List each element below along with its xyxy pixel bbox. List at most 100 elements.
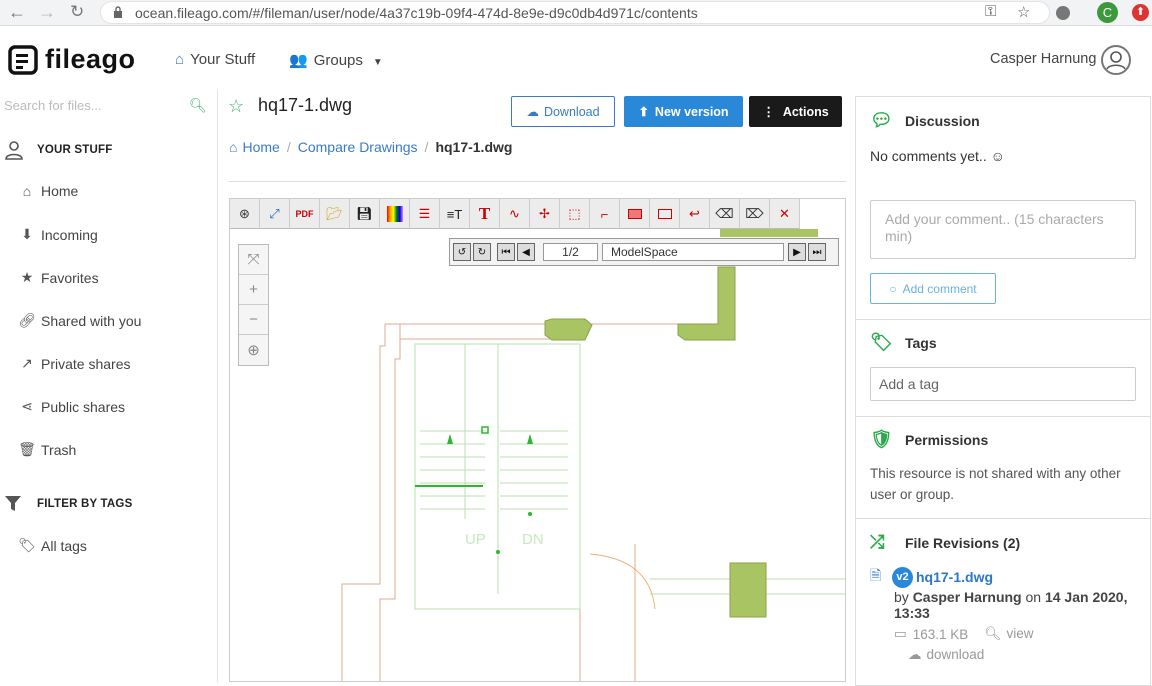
rotate-right-icon[interactable]: ↻ — [473, 243, 491, 261]
bookmark-star-icon[interactable]: ☆ — [1017, 3, 1030, 21]
section-your-stuff: YOUR STUFF — [37, 144, 113, 156]
sidebar: Search for files... 🔍︎ YOUR STUFF ⌂ Home … — [0, 90, 218, 682]
freehand-icon[interactable]: ∿ — [500, 199, 530, 229]
version-badge: v2 — [892, 566, 913, 588]
key-icon[interactable]: ⚿ — [985, 3, 996, 20]
tags-icon: 🏷︎ — [870, 332, 893, 352]
sidebar-item-trash[interactable]: 🗑︎ Trash — [18, 441, 76, 458]
fileago-logo[interactable]: fileago — [8, 44, 136, 75]
nav-your-stuff[interactable]: ⌂ Your Stuff — [175, 51, 255, 68]
comment-textarea[interactable]: Add your comment.. (15 characters min) — [870, 200, 1136, 259]
arrow-icon[interactable]: ↩ — [680, 199, 710, 229]
select-tool-icon[interactable]: ⊛ — [230, 199, 260, 229]
reload-icon[interactable]: ↻ — [70, 2, 84, 22]
nav-groups[interactable]: 👥 Groups ▼ — [289, 51, 383, 69]
zoom-extents-icon[interactable]: ⤧ — [239, 245, 268, 275]
favorite-star-icon[interactable]: ☆ — [228, 96, 244, 117]
breadcrumb: ⌂ Home / Compare Drawings / hq17-1.dwg — [229, 139, 512, 155]
section-filter-tags: FILTER BY TAGS — [37, 498, 133, 510]
viewer-toolbar: ⊛ ⤢ PDF 📂︎ 💾︎ ☰ ≡T T ∿ ✢ ⬚ ⌐ ↩ ⌫ ⌦ ✕ — [230, 199, 800, 229]
cloud-download-icon: ☁ — [908, 647, 922, 662]
close-icon[interactable]: ✕ — [770, 199, 800, 229]
sidebar-item-home[interactable]: ⌂ Home — [18, 183, 79, 199]
new-version-button[interactable]: ⬆ New version — [624, 96, 743, 127]
address-bar[interactable]: ocean.fileago.com/#/fileman/user/node/4a… — [100, 1, 1050, 24]
breadcrumb-home[interactable]: Home — [242, 139, 279, 155]
polyline-icon[interactable]: ⌐ — [590, 199, 620, 229]
update-icon[interactable]: ⬆ — [1132, 4, 1149, 21]
pdf-export-icon[interactable]: PDF — [290, 199, 320, 229]
first-page-icon[interactable]: ⏮ — [497, 243, 515, 261]
save-icon[interactable]: 💾︎ — [350, 199, 380, 229]
back-arrow-icon[interactable]: ← — [8, 2, 26, 23]
filled-rectangle-icon[interactable] — [620, 199, 650, 229]
profile-avatar[interactable]: C — [1097, 2, 1118, 23]
right-panel: 💬︎ Discussion No comments yet.. ☺ Add you… — [855, 96, 1151, 686]
zoom-out-icon[interactable]: − — [239, 305, 268, 335]
sidebar-item-incoming[interactable]: ⬇ Incoming — [18, 226, 98, 243]
text-style-icon[interactable]: ≡T — [440, 199, 470, 229]
sidebar-item-public-shares[interactable]: ⋖ Public shares — [18, 398, 125, 415]
logo-icon — [8, 44, 38, 75]
last-page-icon[interactable]: ⏭ — [808, 243, 826, 261]
user-icon — [4, 140, 24, 165]
text-tool-icon[interactable]: T — [470, 199, 500, 229]
download-revision-link[interactable]: ☁ download — [908, 647, 1145, 663]
cad-drawing: UP DN — [341, 229, 845, 681]
cloud-markup-icon[interactable]: ✢ — [530, 199, 560, 229]
users-icon: 👥 — [289, 52, 308, 69]
add-tag-input[interactable]: Add a tag — [870, 367, 1136, 401]
revision-file-link[interactable]: hq17-1.dwg — [916, 569, 993, 585]
drawing-viewer[interactable]: UP DN ⊛ ⤢ PDF 📂︎ 💾︎ ☰ ≡T T ∿ ✢ ⬚ ⌐ ↩ ⌫ ⌦… — [229, 198, 846, 682]
page-number-field[interactable]: 1/2 — [543, 243, 598, 261]
rectangle-icon[interactable] — [650, 199, 680, 229]
zoom-controls: ⤧ + − ⊕ — [238, 244, 269, 366]
add-comment-button[interactable]: ○ Add comment — [870, 273, 996, 304]
cloud-download-icon: ☁ — [526, 105, 539, 119]
sidebar-item-all-tags[interactable]: 🏷︎ All tags — [18, 537, 87, 554]
divider — [229, 181, 846, 182]
search-icon[interactable]: 🔍︎ — [189, 97, 207, 114]
erase-all-icon[interactable]: ⌦ — [740, 199, 770, 229]
sidebar-item-shared-with-you[interactable]: 🔗︎ Shared with you — [18, 312, 141, 329]
callout-icon[interactable]: ⬚ — [560, 199, 590, 229]
zoom-window-icon[interactable]: ⊕ — [239, 335, 268, 365]
file-icon: 🗎︎ — [870, 567, 882, 583]
extension-icon[interactable] — [1056, 6, 1070, 20]
user-avatar[interactable] — [1101, 45, 1131, 75]
breadcrumb-compare-drawings[interactable]: Compare Drawings — [298, 139, 418, 155]
actions-button[interactable]: ⋮ Actions — [749, 96, 842, 127]
incoming-icon: ⬇ — [21, 226, 33, 242]
revision-size: 163.1 KB — [912, 626, 969, 642]
forward-arrow-icon[interactable]: → — [38, 2, 56, 23]
download-button[interactable]: ☁ Download — [511, 96, 615, 127]
next-page-icon[interactable]: ▶ — [788, 243, 806, 261]
search-input[interactable]: Search for files... — [4, 98, 102, 113]
svg-text:UP: UP — [465, 531, 486, 548]
caret-down-icon: ▼ — [372, 57, 383, 68]
fit-extents-icon[interactable]: ⤢ — [260, 199, 290, 229]
sidebar-item-private-shares[interactable]: ↗ Private shares — [18, 355, 130, 372]
home-icon: ⌂ — [22, 183, 32, 199]
revision-item: 🗎︎ v2 hq17-1.dwg by Casper Harnung on 14… — [870, 565, 1145, 663]
user-icon — [1106, 51, 1126, 70]
breadcrumb-separator: / — [424, 139, 429, 155]
prev-page-icon[interactable]: ◀ — [517, 243, 535, 261]
hdd-icon: ▭ — [894, 626, 907, 641]
space-select[interactable]: ModelSpace — [602, 243, 784, 261]
sidebar-item-favorites[interactable]: ★ Favorites — [18, 269, 99, 286]
home-icon: ⌂ — [175, 51, 185, 68]
eraser-icon[interactable]: ⌫ — [710, 199, 740, 229]
discussion-title: 💬︎ Discussion — [870, 110, 980, 130]
zoom-in-icon[interactable]: + — [239, 275, 268, 305]
upload-icon: ⬆ — [638, 105, 649, 119]
permissions-text: This resource is not shared with any oth… — [870, 466, 1121, 502]
line-weight-icon[interactable]: ☰ — [410, 199, 440, 229]
svg-text:DN: DN — [522, 531, 544, 548]
color-palette-icon[interactable] — [380, 199, 410, 229]
open-folder-icon[interactable]: 📂︎ — [320, 199, 350, 229]
lock-icon — [114, 6, 122, 18]
user-name[interactable]: Casper Harnung — [990, 51, 1096, 67]
view-link[interactable]: 🔍︎ view — [984, 626, 1033, 642]
rotate-left-icon[interactable]: ↺ — [453, 243, 471, 261]
